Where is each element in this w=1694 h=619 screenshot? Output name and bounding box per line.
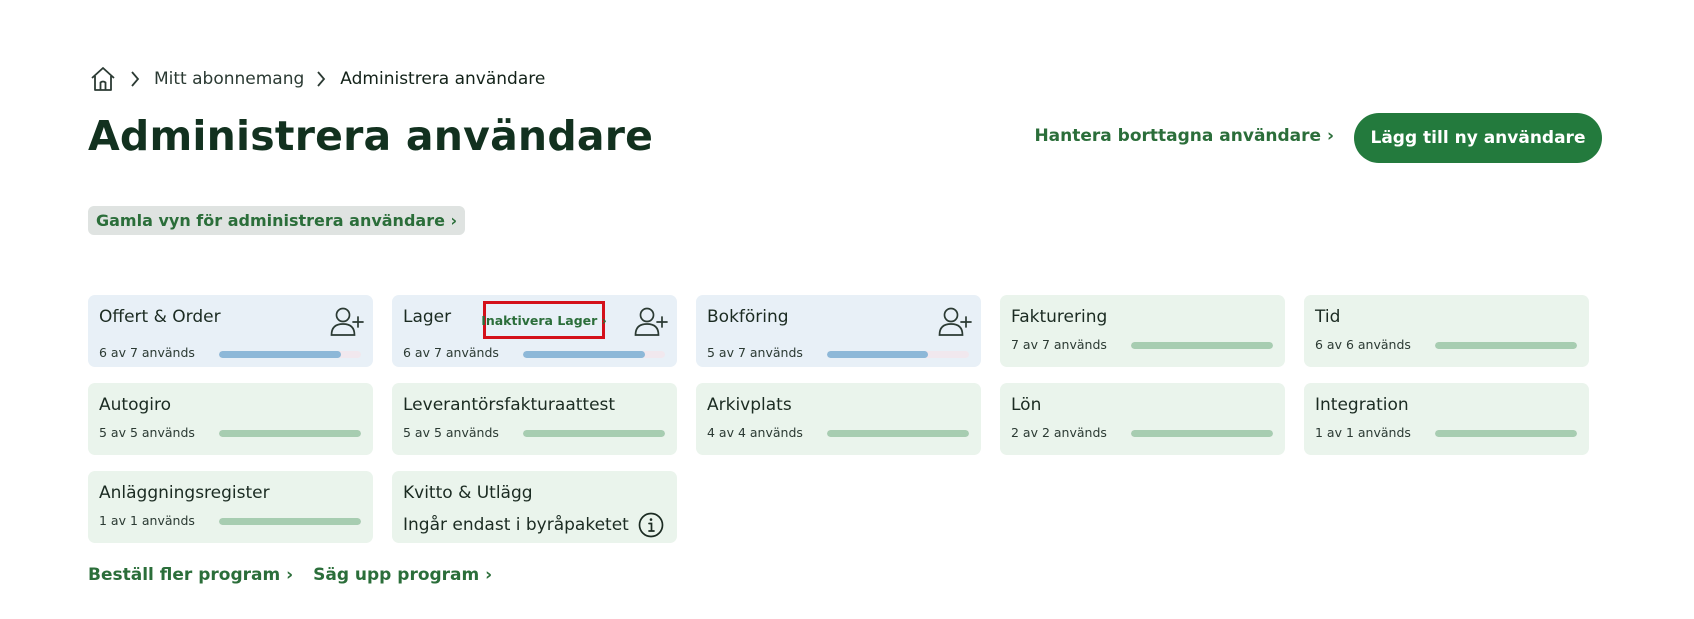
program-card-bokföring[interactable]: Bokföring 5 av 7 används bbox=[696, 295, 981, 367]
program-card-arkivplats[interactable]: Arkivplats 4 av 4 används bbox=[696, 383, 981, 455]
chevron-right-icon bbox=[130, 70, 144, 88]
usage-progress-bar bbox=[1435, 342, 1577, 349]
info-icon[interactable] bbox=[638, 512, 664, 538]
program-usage: 5 av 5 används bbox=[99, 425, 195, 440]
program-card-leverantörsfakturaattest[interactable]: Leverantörsfakturaattest 5 av 5 används bbox=[392, 383, 677, 455]
usage-progress-bar bbox=[827, 351, 969, 358]
program-name: Leverantörsfakturaattest bbox=[403, 395, 616, 415]
program-card-tid[interactable]: Tid 6 av 6 används bbox=[1304, 295, 1589, 367]
program-name: Integration bbox=[1315, 395, 1409, 415]
breadcrumb: Mitt abonnemang Administrera användare bbox=[88, 64, 545, 94]
usage-progress-fill bbox=[1435, 430, 1577, 437]
usage-progress-fill bbox=[219, 430, 361, 437]
program-card-fakturering[interactable]: Fakturering 7 av 7 används bbox=[1000, 295, 1285, 367]
home-icon[interactable] bbox=[88, 64, 118, 94]
add-user-icon[interactable] bbox=[633, 305, 669, 337]
program-usage: 6 av 7 används bbox=[99, 345, 195, 360]
program-card-lön[interactable]: Lön 2 av 2 används bbox=[1000, 383, 1285, 455]
usage-progress-bar bbox=[219, 430, 361, 437]
usage-progress-fill bbox=[219, 518, 361, 525]
usage-progress-bar bbox=[1435, 430, 1577, 437]
usage-progress-fill bbox=[1435, 342, 1577, 349]
program-name: Bokföring bbox=[707, 307, 789, 327]
usage-progress-bar bbox=[219, 518, 361, 525]
program-card-lager[interactable]: Lager 6 av 7 används Inaktivera Lager › bbox=[392, 295, 677, 367]
add-user-icon[interactable] bbox=[937, 305, 973, 337]
program-name: Autogiro bbox=[99, 395, 172, 415]
program-usage: 7 av 7 används bbox=[1011, 337, 1107, 352]
program-name: Lager bbox=[403, 307, 452, 327]
program-usage: 2 av 2 används bbox=[1011, 425, 1107, 440]
usage-progress-bar bbox=[523, 430, 665, 437]
breadcrumb-link-subscription[interactable]: Mitt abonnemang bbox=[154, 69, 304, 89]
usage-progress-bar bbox=[523, 351, 665, 358]
usage-progress-fill bbox=[1131, 342, 1273, 349]
add-user-icon[interactable] bbox=[329, 305, 365, 337]
program-card-anläggningsregister[interactable]: Anläggningsregister 1 av 1 används bbox=[88, 471, 373, 543]
breadcrumb-current: Administrera användare bbox=[340, 69, 546, 89]
usage-progress-fill bbox=[219, 351, 341, 358]
inactivate-program-link[interactable]: Inaktivera Lager › bbox=[481, 301, 607, 339]
usage-progress-bar bbox=[827, 430, 969, 437]
footer-links: Beställ fler program › Säg upp program › bbox=[88, 565, 492, 585]
program-usage: 4 av 4 används bbox=[707, 425, 803, 440]
program-name: Offert & Order bbox=[99, 307, 221, 327]
usage-progress-bar bbox=[219, 351, 361, 358]
program-name: Kvitto & Utlägg bbox=[403, 483, 533, 503]
usage-progress-fill bbox=[827, 430, 969, 437]
order-more-programs-link[interactable]: Beställ fler program › bbox=[88, 565, 293, 585]
page-title: Administrera användare bbox=[88, 112, 654, 160]
program-name: Anläggningsregister bbox=[99, 483, 270, 503]
program-usage: 5 av 7 används bbox=[707, 345, 803, 360]
usage-progress-fill bbox=[1131, 430, 1273, 437]
program-note: Ingår endast i byråpaketet bbox=[403, 512, 664, 538]
program-name: Fakturering bbox=[1011, 307, 1108, 327]
program-grid: Offert & Order 6 av 7 används Lager 6 av 7 … bbox=[88, 295, 1589, 543]
manage-deleted-users-link[interactable]: Hantera borttagna användare › bbox=[1034, 126, 1334, 146]
program-usage: 1 av 1 används bbox=[99, 513, 195, 528]
cancel-program-link[interactable]: Säg upp program › bbox=[313, 565, 492, 585]
program-card-autogiro[interactable]: Autogiro 5 av 5 används bbox=[88, 383, 373, 455]
program-name: Tid bbox=[1315, 307, 1341, 327]
old-view-link[interactable]: Gamla vyn för administrera användare › bbox=[88, 206, 466, 235]
usage-progress-fill bbox=[523, 430, 665, 437]
usage-progress-bar bbox=[1131, 430, 1273, 437]
program-card-offert-order[interactable]: Offert & Order 6 av 7 används bbox=[88, 295, 373, 367]
program-name: Lön bbox=[1011, 395, 1042, 415]
program-card-kvitto-utlägg[interactable]: Kvitto & Utlägg Ingår endast i byråpakete… bbox=[392, 471, 677, 543]
program-name: Arkivplats bbox=[707, 395, 792, 415]
usage-progress-fill bbox=[523, 351, 645, 358]
program-usage: 6 av 6 används bbox=[1315, 337, 1411, 352]
program-card-integration[interactable]: Integration 1 av 1 används bbox=[1304, 383, 1589, 455]
add-new-user-button[interactable]: Lägg till ny användare bbox=[1354, 113, 1602, 163]
program-note-text: Ingår endast i byråpaketet bbox=[403, 515, 629, 535]
usage-progress-bar bbox=[1131, 342, 1273, 349]
program-usage: 6 av 7 används bbox=[403, 345, 499, 360]
chevron-right-icon bbox=[316, 70, 330, 88]
usage-progress-fill bbox=[827, 351, 929, 358]
program-usage: 5 av 5 används bbox=[403, 425, 499, 440]
program-usage: 1 av 1 används bbox=[1315, 425, 1411, 440]
